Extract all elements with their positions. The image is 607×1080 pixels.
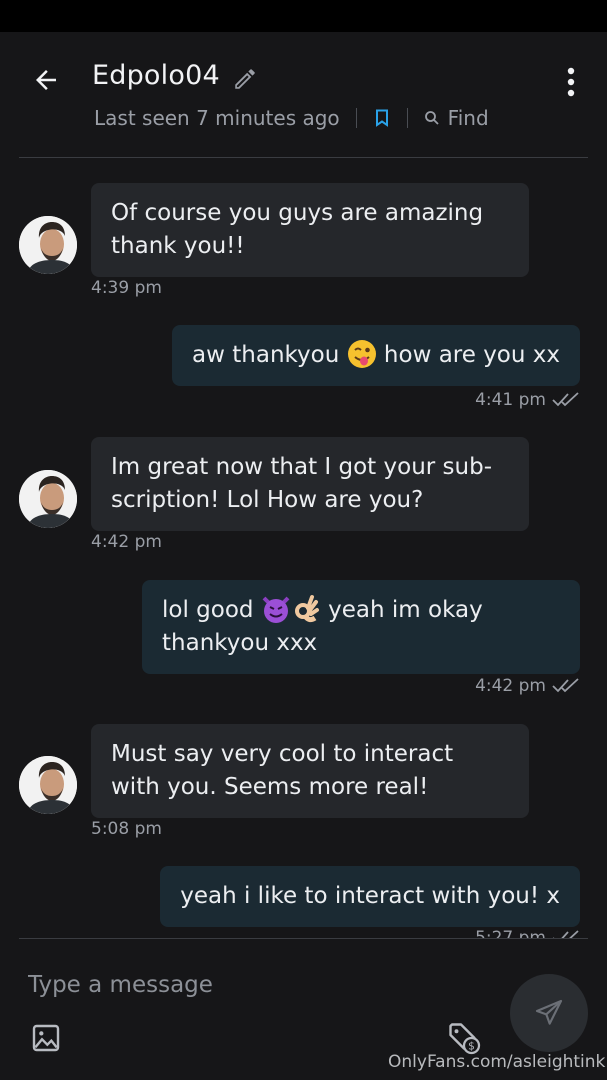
bookmark-icon bbox=[375, 109, 388, 127]
send-button[interactable] bbox=[510, 974, 588, 1052]
arrow-left-icon bbox=[36, 70, 56, 90]
message-timestamp: 5:27 pm bbox=[475, 928, 546, 938]
message-status: 4:41 pm bbox=[475, 390, 580, 410]
incoming-message-bubble[interactable]: Must say very cool to interact with you.… bbox=[91, 724, 529, 818]
search-icon bbox=[424, 111, 439, 125]
chat-header: Edpolo04 Last seen 7 minutes ago Find bbox=[0, 32, 607, 158]
message-timestamp: 4:42 pm bbox=[475, 676, 546, 696]
ok-hand-emoji-icon bbox=[294, 595, 319, 623]
last-seen-status: Last seen 7 minutes ago bbox=[94, 106, 340, 130]
outgoing-message-bubble[interactable]: lol good yeah im okay thankyou xxx bbox=[142, 580, 580, 674]
pencil-icon bbox=[235, 69, 255, 89]
find-label: Find bbox=[447, 106, 489, 130]
message-text: how are you xx bbox=[383, 342, 560, 368]
message-text: lol good bbox=[162, 597, 254, 623]
attach-image-button[interactable] bbox=[30, 1022, 62, 1054]
price-tag-icon: $ bbox=[449, 1023, 481, 1055]
svg-text:$: $ bbox=[468, 1040, 475, 1052]
message-list[interactable]: Of course you guys are amazing thank you… bbox=[0, 158, 607, 938]
user-photo-icon bbox=[19, 216, 77, 274]
find-button[interactable]: Find bbox=[424, 106, 489, 130]
composer-divider bbox=[19, 938, 588, 939]
double-check-icon bbox=[552, 392, 579, 407]
avatar[interactable] bbox=[19, 470, 77, 528]
incoming-message-bubble[interactable]: Of course you guys are amazing thank you… bbox=[91, 183, 529, 277]
paper-plane-icon bbox=[535, 999, 563, 1025]
double-check-icon bbox=[553, 930, 579, 938]
edit-name-button[interactable] bbox=[232, 66, 258, 92]
message-timestamp: 4:41 pm bbox=[475, 390, 546, 410]
status-bar bbox=[0, 0, 607, 32]
outgoing-message-bubble[interactable]: aw thankyou how are you xx bbox=[172, 325, 580, 386]
set-price-button[interactable]: $ bbox=[446, 1020, 482, 1056]
message-timestamp: 5:08 pm bbox=[91, 819, 162, 839]
more-options-button[interactable] bbox=[556, 64, 586, 100]
message-text: aw thankyou bbox=[192, 342, 340, 368]
user-photo-icon bbox=[19, 470, 77, 528]
outgoing-message-bubble[interactable]: yeah i like to interact with you! x bbox=[160, 866, 580, 927]
more-vertical-icon bbox=[567, 67, 575, 97]
separator bbox=[406, 108, 408, 128]
incoming-message-bubble[interactable]: Im great now that I got your sub-scripti… bbox=[91, 437, 529, 531]
avatar[interactable] bbox=[19, 216, 77, 274]
header-subtitle-row: Last seen 7 minutes ago Find bbox=[94, 106, 489, 130]
message-status: 5:27 pm bbox=[475, 928, 580, 938]
avatar[interactable] bbox=[19, 756, 77, 814]
separator bbox=[355, 108, 357, 128]
contact-name: Edpolo04 bbox=[92, 60, 220, 91]
watermark: OnlyFans.com/asleightink bbox=[388, 1052, 606, 1072]
image-icon bbox=[32, 1024, 60, 1052]
message-input[interactable] bbox=[26, 964, 490, 1006]
bookmark-button[interactable] bbox=[373, 107, 391, 129]
back-button[interactable] bbox=[28, 62, 64, 98]
message-status: 4:42 pm bbox=[475, 676, 580, 696]
winking-tongue-emoji-icon bbox=[347, 340, 376, 368]
message-timestamp: 4:39 pm bbox=[91, 278, 162, 298]
user-photo-icon bbox=[19, 756, 77, 814]
message-timestamp: 4:42 pm bbox=[91, 532, 162, 552]
purple-devil-emoji-icon bbox=[262, 596, 290, 623]
double-check-icon bbox=[552, 678, 579, 693]
